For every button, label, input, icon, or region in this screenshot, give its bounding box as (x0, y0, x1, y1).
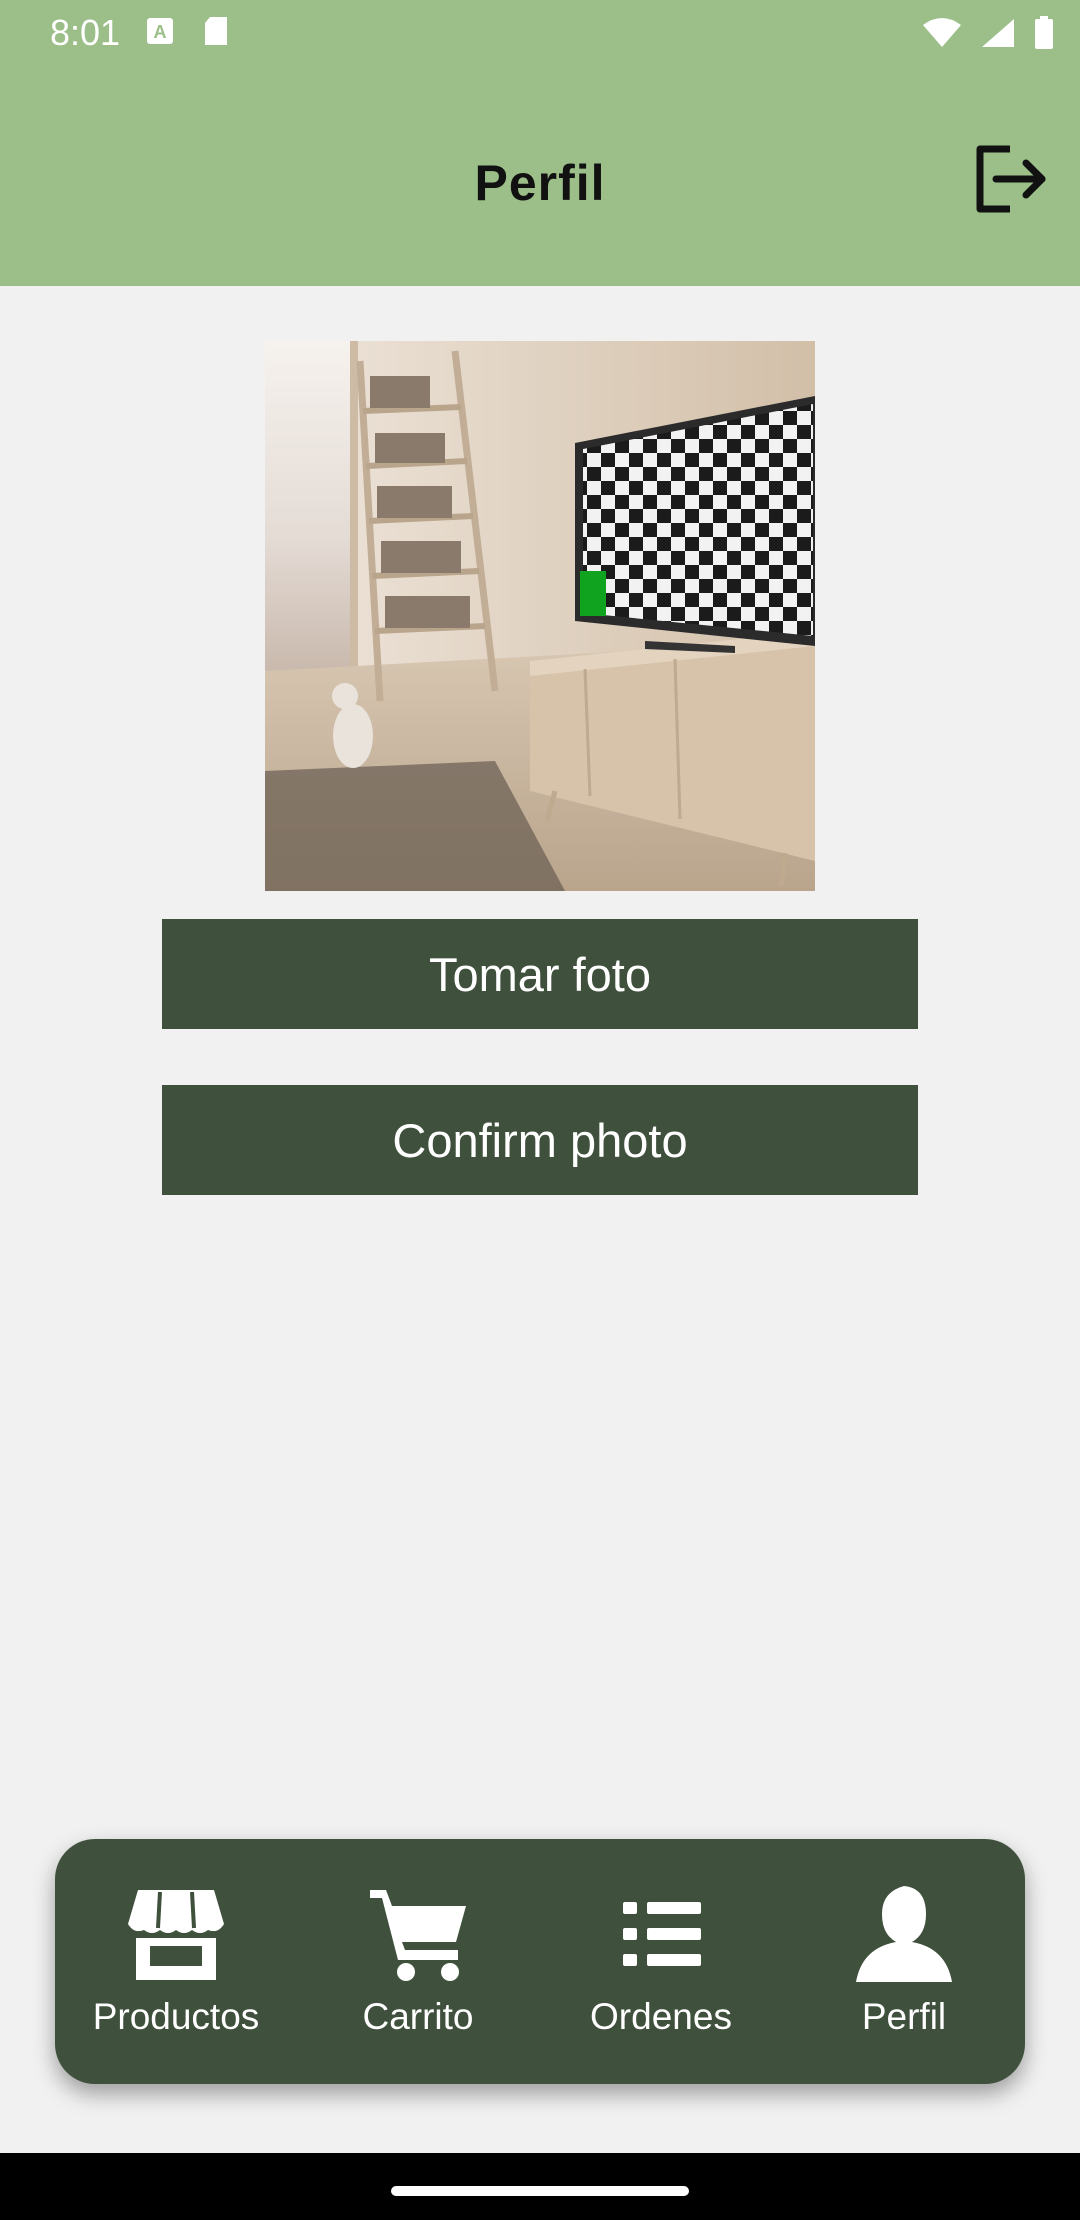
confirm-photo-button[interactable]: Confirm photo (162, 1085, 918, 1195)
cell-signal-icon (982, 19, 1014, 47)
svg-text:A: A (154, 22, 167, 42)
list-icon (623, 1902, 701, 1966)
wifi-icon (923, 18, 961, 47)
status-bar: 8:01 A (0, 0, 1080, 64)
bottom-navigation: Productos Carrito Ordenes Perfil (55, 1839, 1025, 2084)
battery-icon (1035, 16, 1053, 49)
profile-photo (265, 341, 815, 891)
store-icon (128, 1890, 224, 1980)
status-time: 8:01 (50, 12, 121, 53)
app-bar: Perfil (0, 64, 1080, 286)
home-indicator[interactable] (391, 2186, 689, 2196)
nav-item-perfil[interactable]: Perfil (783, 1839, 1025, 2084)
nav-label-ordenes: Ordenes (590, 1996, 732, 2037)
take-photo-button[interactable]: Tomar foto (162, 919, 918, 1029)
nav-label-productos: Productos (92, 1996, 260, 2037)
logout-icon (976, 145, 1046, 213)
logout-button[interactable] (970, 139, 1050, 219)
page-title: Perfil (474, 155, 606, 211)
nav-item-ordenes[interactable]: Ordenes (540, 1839, 782, 2084)
sd-card-icon (205, 17, 227, 45)
text-a-icon: A (147, 18, 173, 44)
nav-label-carrito: Carrito (362, 1996, 474, 2037)
nav-label-perfil: Perfil (861, 1996, 947, 2037)
nav-item-carrito[interactable]: Carrito (297, 1839, 539, 2084)
nav-item-productos[interactable]: Productos (55, 1839, 297, 2084)
cart-icon (370, 1890, 466, 1981)
person-icon (856, 1886, 952, 1982)
room-with-tv-photo (265, 341, 815, 891)
